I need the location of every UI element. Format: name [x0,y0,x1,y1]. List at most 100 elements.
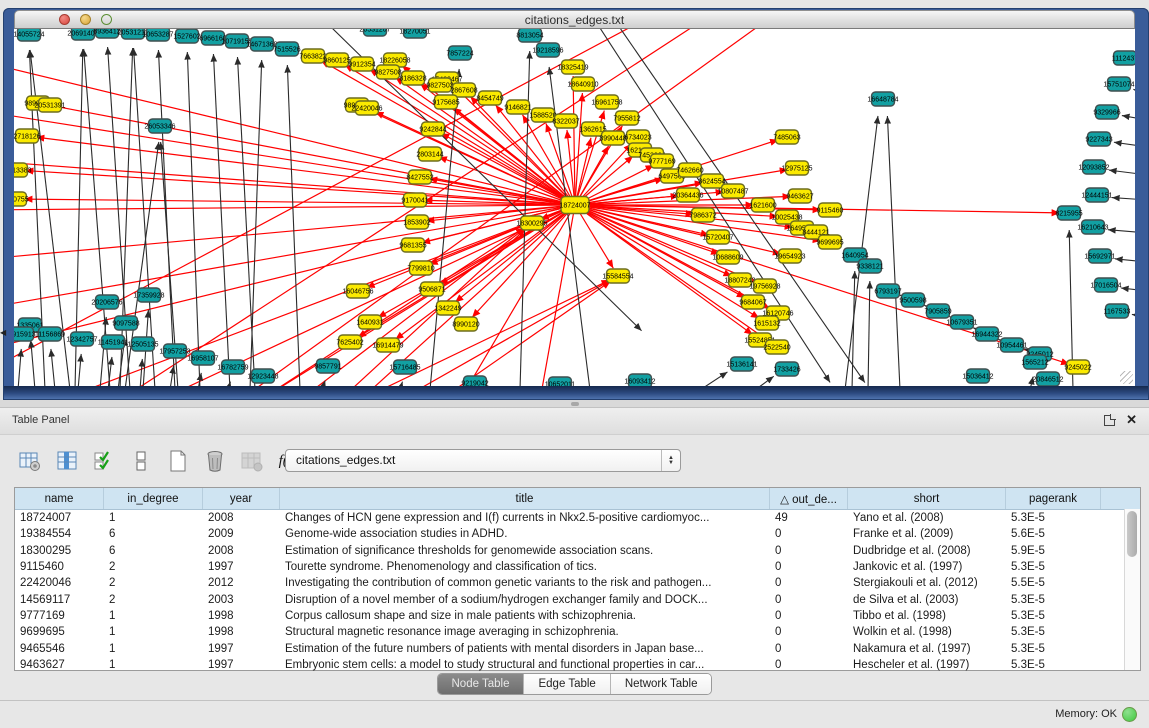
delete-table-icon[interactable] [201,447,229,475]
red-edge[interactable] [575,205,781,254]
graph-node[interactable]: 12213383 [14,163,32,177]
column-header-2[interactable]: year [203,488,280,509]
black-edge[interactable] [140,359,142,386]
black-edge[interactable] [1112,198,1135,200]
graph-node[interactable]: 16944322 [971,327,1002,341]
black-edge[interactable] [100,317,106,386]
close-panel-icon[interactable]: ✕ [1126,412,1137,428]
tab-edge-table[interactable]: Edge Table [524,674,610,694]
black-edge[interactable] [213,54,230,386]
red-edge[interactable] [14,205,575,352]
graph-node[interactable]: 8454749 [476,91,503,105]
graph-node[interactable]: 16914479 [372,338,403,352]
graph-node[interactable]: 11451941 [98,335,129,349]
graph-node[interactable]: 12505135 [127,337,158,351]
graph-node[interactable]: 10652011 [545,377,576,386]
graph-node[interactable]: 9227343 [1085,132,1112,146]
graph-node[interactable]: 15716485 [389,360,420,374]
graph-node[interactable]: 20691406 [67,29,98,40]
splitter-handle[interactable] [571,402,579,406]
collapse-arrow-icon[interactable]: ◀ [0,329,6,337]
red-edge[interactable] [575,205,770,309]
graph-node[interactable]: 7857224 [446,46,473,60]
graph-node[interactable]: 20846512 [1032,372,1063,386]
graph-node[interactable]: 16648784 [867,92,898,106]
table-source-dropdown[interactable]: citations_edges.txt ▲▼ [285,449,681,472]
table-row[interactable]: 946362711997Embryonic stem cells: a mode… [15,657,1140,673]
graph-node[interactable]: 15584554 [602,269,633,283]
graph-node[interactable]: 8322037 [552,114,579,128]
resize-grip-icon[interactable] [1120,371,1133,384]
tab-network-table[interactable]: Network Table [611,674,712,694]
column-select-icon[interactable] [53,447,81,475]
black-edge[interactable] [1109,170,1135,175]
graph-node[interactable]: 9827508 [374,65,401,79]
black-edge[interactable] [250,60,262,386]
table-row[interactable]: 969969511998Structural magnetic resonanc… [15,624,1140,640]
red-edge[interactable] [260,228,524,386]
graph-node[interactable]: 15692971 [1084,249,1115,263]
graph-node[interactable]: 9500598 [899,293,926,307]
graph-node[interactable]: 16093412 [624,374,655,386]
column-header-5[interactable]: short [848,488,1006,509]
graph-node[interactable]: 9860125 [323,53,350,67]
black-edge[interactable] [868,281,870,386]
graph-node[interactable]: 17359928 [133,288,164,302]
table-settings-icon[interactable] [16,447,44,475]
graph-node[interactable]: 12444151 [1081,188,1112,202]
column-header-0[interactable]: name [15,488,104,509]
graph-node[interactable]: 8936412 [93,29,120,38]
column-header-3[interactable]: title [280,488,770,509]
graph-node[interactable]: 1167533 [1104,304,1131,318]
black-edge[interactable] [1133,89,1135,95]
black-edge[interactable] [187,52,200,386]
graph-node[interactable]: 8186328 [399,71,426,85]
graph-node[interactable]: 8813054 [516,29,543,42]
new-document-icon[interactable] [164,447,192,475]
graph-node[interactable]: 12342757 [66,332,97,346]
graph-node[interactable]: 9338121 [856,259,883,273]
scrollbar-thumb[interactable] [1127,511,1137,557]
graph-node[interactable]: 19654923 [774,249,805,263]
black-edge[interactable] [1121,288,1135,291]
graph-node[interactable]: 18724007 [559,197,590,214]
graph-node[interactable]: 15720407 [702,230,733,244]
graph-node[interactable]: 7955812 [613,111,640,125]
graph-node[interactable]: 8990448 [599,131,626,145]
graph-node[interactable]: 18807243 [724,273,755,287]
graph-node[interactable]: 9684067 [739,295,766,309]
graph-node[interactable]: 9245022 [1064,360,1091,374]
graph-node[interactable]: 10653287 [142,29,173,41]
select-rows-icon[interactable] [90,447,118,475]
graph-node[interactable]: 12975125 [781,161,812,175]
graph-node[interactable]: 11156869 [35,327,65,341]
graph-node[interactable]: 1565212 [1021,355,1048,369]
red-edge[interactable] [440,281,611,386]
graph-node[interactable]: 7799810 [407,261,434,275]
black-edge[interactable] [170,366,174,386]
graph-node[interactable]: 1615132 [753,316,780,330]
graph-node[interactable]: 16782759 [217,360,248,374]
graph-node[interactable]: 19756928 [749,279,780,293]
column-header-6[interactable]: pagerank [1006,488,1101,509]
black-edge[interactable] [1108,230,1135,233]
black-edge[interactable] [1115,259,1135,262]
graph-node[interactable]: 10679351 [946,315,977,329]
black-edge[interactable] [1030,377,1033,386]
graph-node[interactable]: 8215955 [1055,206,1082,220]
graph-node[interactable]: 20531211 [118,29,149,39]
table-row[interactable]: 911546021997Tourette syndrome. Phenomeno… [15,559,1140,575]
panel-splitter[interactable] [0,400,1149,408]
graph-node[interactable]: 18640910 [567,77,598,91]
graph-node[interactable]: 1853902 [403,215,430,229]
graph-node[interactable]: 9329966 [1093,105,1120,119]
graph-node[interactable]: 18270051 [399,29,430,38]
network-canvas[interactable]: 1405572420691406893641220531211106532871… [14,29,1135,386]
graph-node[interactable]: 16958107 [187,351,218,365]
graph-node[interactable]: 7625402 [336,335,363,349]
graph-node[interactable]: 15136141 [726,357,757,371]
table-row[interactable]: 977716911998Corpus callosum shape and si… [15,608,1140,624]
graph-node[interactable]: 12923448 [247,369,278,383]
network-window-titlebar[interactable]: citations_edges.txt [14,10,1135,29]
graph-node[interactable]: 20206576 [91,295,122,309]
